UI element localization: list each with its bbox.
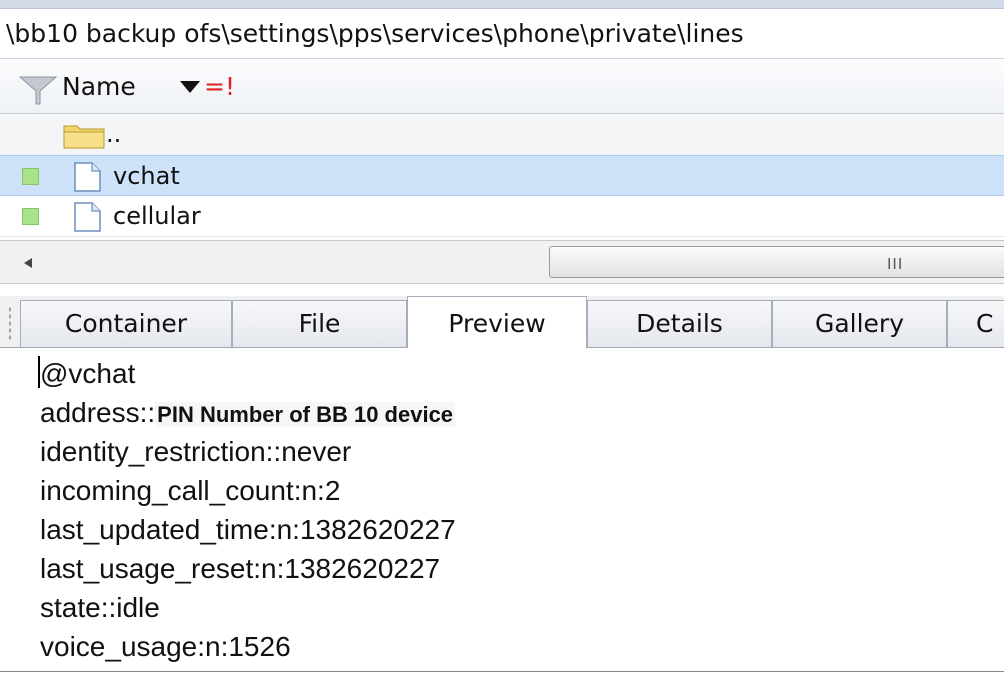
file-icon — [74, 162, 101, 192]
preview-line: identity_restriction::never — [40, 436, 352, 467]
list-item-parent-folder[interactable]: .. — [0, 114, 1004, 155]
list-item-label: cellular — [113, 202, 201, 230]
list-item-cellular[interactable]: cellular — [0, 196, 1004, 237]
top-toolbar-edge — [0, 0, 1004, 9]
address-key: address:: — [40, 397, 156, 428]
preview-pane[interactable]: @vchat address::PIN Number of BB 10 devi… — [0, 348, 1004, 676]
list-item-label: .. — [106, 120, 122, 148]
status-checkbox[interactable] — [22, 168, 39, 185]
file-icon — [74, 202, 101, 232]
preview-line: state::idle — [40, 592, 160, 623]
toolbar-grip-icon[interactable] — [8, 306, 12, 340]
sort-descending-icon[interactable] — [179, 79, 201, 95]
address-value: PIN Number of BB 10 device — [155, 402, 456, 427]
filter-flag: =! — [204, 72, 235, 101]
status-checkbox[interactable] — [22, 208, 39, 225]
scrollbar-thumb[interactable]: III — [549, 246, 1004, 278]
view-tabs: Container File Preview Details Gallery C — [0, 296, 1004, 349]
horizontal-scrollbar[interactable]: III — [0, 240, 1004, 284]
preview-line: incoming_call_count:n:2 — [40, 475, 341, 506]
filter-icon[interactable] — [18, 75, 58, 105]
preview-line: voice_usage:n:1526 — [40, 631, 291, 662]
tab-file[interactable]: File — [232, 300, 407, 347]
scroll-left-arrow-icon[interactable] — [8, 252, 48, 274]
tab-gallery[interactable]: Gallery — [772, 300, 947, 347]
preview-line-1: @vchat — [40, 358, 136, 389]
divider — [0, 671, 1004, 672]
scrollbar-grip: III — [887, 255, 904, 273]
tab-preview[interactable]: Preview — [407, 296, 587, 349]
column-header-row: Name =! — [0, 60, 1004, 114]
list-item-label: vchat — [113, 162, 180, 190]
tab-container[interactable]: Container — [20, 300, 232, 347]
column-header-name[interactable]: Name — [62, 60, 136, 114]
preview-line-address: address::PIN Number of BB 10 device — [40, 395, 456, 433]
preview-line: last_usage_reset:n:1382620227 — [40, 553, 441, 584]
folder-icon — [63, 125, 105, 149]
tab-c[interactable]: C — [947, 300, 1004, 347]
path-breadcrumb[interactable]: \bb10 backup ofs\settings\pps\services\p… — [0, 9, 1004, 59]
preview-line: last_updated_time:n:1382620227 — [40, 514, 456, 545]
tab-details[interactable]: Details — [587, 300, 772, 347]
list-item-vchat[interactable]: vchat — [0, 155, 1004, 196]
